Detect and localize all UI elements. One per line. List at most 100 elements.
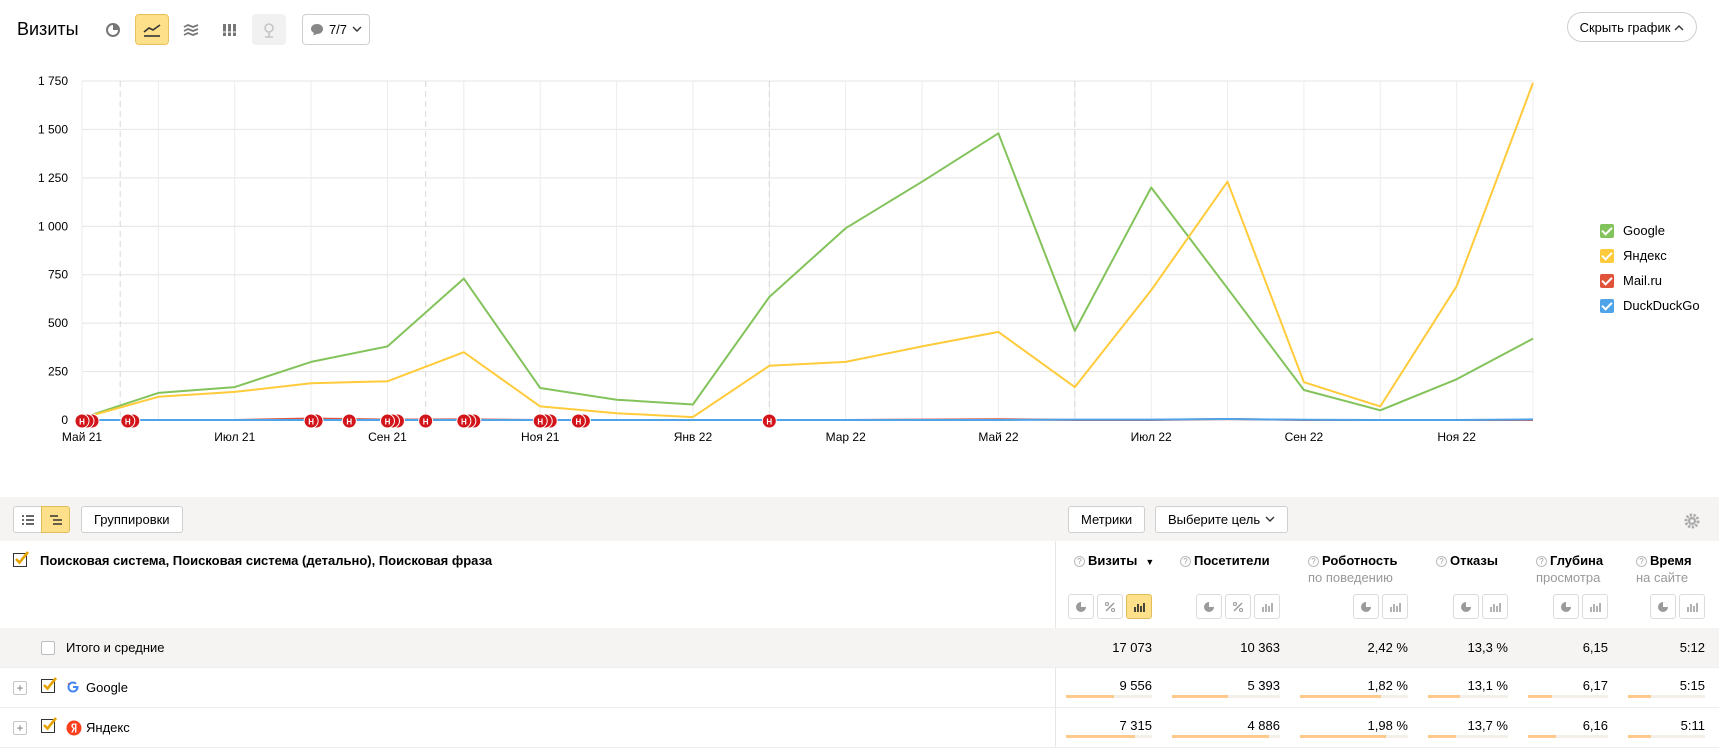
metrics-button[interactable]: Метрики xyxy=(1068,506,1146,533)
comment-icon xyxy=(310,24,323,36)
annotation-letter: Н xyxy=(423,418,429,427)
comments-count: 7/7 xyxy=(328,22,348,37)
column-view-buttons xyxy=(1068,594,1152,619)
help-icon[interactable]: ? xyxy=(1074,556,1085,567)
pie-view-button[interactable] xyxy=(1353,594,1379,619)
groupings-button[interactable]: Группировки xyxy=(81,506,183,533)
row-value: 4 886 xyxy=(1247,718,1280,733)
expand-button[interactable]: + xyxy=(13,681,27,695)
pie-view-button[interactable] xyxy=(1453,594,1479,619)
bar-view-button[interactable] xyxy=(1679,594,1705,619)
percent-view-button[interactable] xyxy=(1097,594,1123,619)
visits-line-chart: 0 250 500 750 1 000 1 250 1 500 1 750 Май 21 Июл … xyxy=(38,74,1534,444)
source-label[interactable]: Яндекс xyxy=(86,720,130,735)
legend-label: Яндекс xyxy=(1623,248,1667,263)
bars-icon xyxy=(1490,602,1501,612)
bar-view-button[interactable] xyxy=(1254,594,1280,619)
column-view-buttons xyxy=(1553,594,1608,619)
x-tick-label: Июл 21 xyxy=(214,430,255,444)
help-icon[interactable]: ? xyxy=(1536,556,1547,567)
gear-icon[interactable] xyxy=(1683,512,1701,530)
share-bar-fill xyxy=(1428,735,1456,738)
help-icon[interactable]: ? xyxy=(1308,556,1319,567)
area-chart-button[interactable] xyxy=(174,14,208,45)
legend-checkbox[interactable] xyxy=(1600,248,1614,263)
pie-view-button[interactable] xyxy=(1068,594,1094,619)
goal-select[interactable]: Выберите цель xyxy=(1155,506,1289,533)
share-bar-fill xyxy=(1066,695,1114,698)
column-header[interactable]: ? Роботность по поведению xyxy=(1308,552,1398,586)
column-header[interactable]: ? Время на сайте xyxy=(1636,552,1692,586)
source-label[interactable]: Google xyxy=(86,680,128,695)
bar-view-button[interactable] xyxy=(1126,594,1152,619)
help-icon[interactable]: ? xyxy=(1436,556,1447,567)
map-button[interactable] xyxy=(252,14,286,45)
legend-item[interactable]: Google xyxy=(1600,218,1700,243)
column-header[interactable]: ? Визиты ▼ xyxy=(1074,552,1154,571)
area-chart-icon xyxy=(183,23,199,36)
hide-chart-button[interactable]: Скрыть график xyxy=(1567,12,1697,42)
sort-desc-icon[interactable]: ▼ xyxy=(1145,557,1154,567)
bar-chart-button[interactable] xyxy=(213,14,247,45)
pie-chart-button[interactable] xyxy=(96,14,130,45)
percent-view-button[interactable] xyxy=(1225,594,1251,619)
share-bar xyxy=(1528,695,1608,698)
flat-list-view-button[interactable] xyxy=(13,506,42,533)
dimensions-checkbox[interactable] xyxy=(13,551,29,567)
totals-checkbox[interactable] xyxy=(41,641,55,655)
google-icon xyxy=(67,681,79,693)
legend-checkbox[interactable] xyxy=(1600,298,1614,313)
pie-view-button[interactable] xyxy=(1553,594,1579,619)
share-bar xyxy=(1172,735,1280,738)
legend-item[interactable]: Mail.ru xyxy=(1600,268,1700,293)
expand-button[interactable]: + xyxy=(13,721,27,735)
table-row[interactable]: + Яндекс 7 315 4 886 1,98 % 13,7 % 6,16 5:11 xyxy=(0,708,1719,748)
total-value: 2,42 % xyxy=(1367,640,1408,655)
line-chart-button[interactable] xyxy=(135,14,169,45)
tree-view-button[interactable] xyxy=(41,506,70,533)
legend-item[interactable]: DuckDuckGo xyxy=(1600,293,1700,318)
column-view-buttons xyxy=(1453,594,1508,619)
share-bar-fill xyxy=(1628,695,1651,698)
pie-view-button[interactable] xyxy=(1650,594,1676,619)
comments-button[interactable]: 7/7 xyxy=(302,14,370,45)
annotation-letter: Н xyxy=(79,418,85,427)
column-header[interactable]: ? Глубина просмотра xyxy=(1536,552,1603,586)
column-header[interactable]: ? Отказы xyxy=(1436,552,1498,569)
pie-view-button[interactable] xyxy=(1196,594,1222,619)
share-bar xyxy=(1628,695,1705,698)
row-value: 1,98 % xyxy=(1367,718,1408,733)
table-row[interactable]: + Google 9 556 5 393 1,82 % 13,1 % 6,17 5:15 xyxy=(0,668,1719,708)
hide-chart-label: Скрыть график xyxy=(1579,19,1671,35)
bar-view-button[interactable] xyxy=(1382,594,1408,619)
bar-view-button[interactable] xyxy=(1582,594,1608,619)
y-tick-label: 500 xyxy=(48,316,68,330)
row-checkbox[interactable] xyxy=(41,677,57,693)
legend-item[interactable]: Яндекс xyxy=(1600,243,1700,268)
help-icon[interactable]: ? xyxy=(1636,556,1647,567)
annotation-letter: Н xyxy=(346,418,352,427)
help-icon[interactable]: ? xyxy=(1180,556,1191,567)
x-tick-label: Сен 21 xyxy=(368,430,407,444)
share-bar-fill xyxy=(1300,695,1381,698)
column-header[interactable]: ? Посетители xyxy=(1180,552,1270,569)
bar-view-button[interactable] xyxy=(1482,594,1508,619)
legend-checkbox[interactable] xyxy=(1600,223,1614,238)
dimensions-title: Поисковая система, Поисковая система (де… xyxy=(40,553,493,568)
row-value: 13,7 % xyxy=(1467,718,1508,733)
pie-icon xyxy=(1561,601,1571,612)
row-checkbox[interactable] xyxy=(41,717,57,733)
share-bar xyxy=(1300,735,1408,738)
share-bar-fill xyxy=(1172,735,1269,738)
percent-icon xyxy=(1233,601,1243,612)
series-line-google xyxy=(81,132,1534,420)
share-bar xyxy=(1066,695,1152,698)
chart-legend: Google Яндекс Mail.ru DuckDuckGo xyxy=(1600,218,1700,318)
totals-row: Итого и средние 17 073 10 363 2,42 % 13,3 % 6… xyxy=(0,628,1719,668)
share-bar-fill xyxy=(1528,695,1552,698)
legend-checkbox[interactable] xyxy=(1600,273,1614,288)
chevron-down-icon xyxy=(1265,516,1275,522)
bars-icon xyxy=(1590,602,1601,612)
x-tick-label: Ноя 22 xyxy=(1437,430,1476,444)
row-value: 1,82 % xyxy=(1367,678,1408,693)
